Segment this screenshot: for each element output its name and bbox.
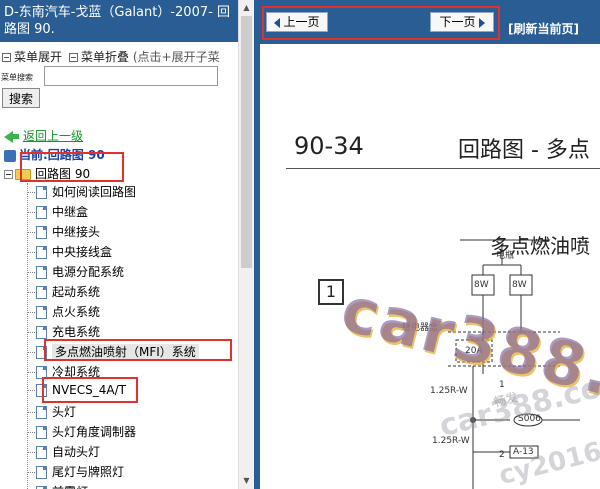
back-arrow-icon: [4, 130, 13, 143]
back-link-label: 返回上一级: [23, 129, 84, 143]
document-icon: [36, 446, 47, 459]
document-icon: [36, 246, 47, 259]
highlight-nav: [262, 6, 500, 40]
tree-item-label: 前雾灯: [52, 485, 88, 489]
page-nav-bar: 上一页 下一页 [刷新当前页]: [260, 0, 600, 44]
fuse-a-label: 8W: [474, 280, 489, 290]
document-icon: [36, 186, 47, 199]
tree-item-label: 电源分配系统: [52, 265, 125, 279]
tree-item[interactable]: 如何阅读回路图: [27, 183, 136, 203]
tree-item[interactable]: 点火系统: [27, 303, 100, 323]
search-label: 菜单搜索: [1, 73, 33, 82]
wiring-diagram-svg: [448, 239, 580, 489]
tree-item[interactable]: 中继接头: [27, 223, 100, 243]
document-icon: [36, 226, 47, 239]
menu-title-line2: 路图 90.: [4, 22, 55, 37]
document-icon: [36, 206, 47, 219]
tree-item[interactable]: 中央接线盒: [27, 243, 112, 263]
scroll-down-icon[interactable]: ▼: [239, 473, 254, 489]
current-location-icon: [4, 149, 16, 162]
back-link[interactable]: 返回上一级: [4, 127, 83, 144]
tree-item-label: 起动系统: [52, 285, 101, 299]
menu-expand-link[interactable]: 菜单展开: [14, 50, 62, 64]
collapse-node-icon[interactable]: [4, 170, 13, 179]
tree-item-label: 如何阅读回路图: [52, 185, 137, 199]
battery-label: 电瓶: [496, 251, 515, 261]
diagram-page-number: 90-34: [294, 132, 364, 160]
menu-hint: (点击+展开子菜: [132, 50, 220, 64]
tree-item-label: 头灯角度调制器: [52, 425, 137, 439]
tree-item-label: 头灯: [52, 405, 77, 419]
tree-item-label: 点火系统: [52, 305, 101, 319]
highlight-current: [20, 152, 124, 182]
wire-label-1: 1.25R-W: [430, 386, 468, 396]
menu-scrollbar[interactable]: ▲ ▼: [238, 0, 254, 489]
tree-item[interactable]: 电源分配系统: [27, 263, 124, 283]
menu-toggle-row: 菜单展开 菜单折叠 (点击+展开子菜: [2, 48, 220, 65]
fuse-b-label: 8W: [512, 280, 527, 290]
tree-item[interactable]: 尾灯与牌照灯: [27, 463, 124, 483]
document-icon: [36, 326, 47, 339]
document-icon: [36, 426, 47, 439]
expand-checkbox-icon[interactable]: [2, 53, 11, 62]
highlight-nvecs: [42, 377, 138, 403]
menu-title-line1: D-东南汽车-戈蓝（Galant）-2007- 回: [4, 5, 230, 20]
search-button[interactable]: 搜索: [2, 88, 40, 108]
document-icon: [36, 286, 47, 299]
document-icon: [36, 306, 47, 319]
section-number: 1: [318, 279, 344, 305]
header-divider: [286, 168, 600, 169]
tree-item[interactable]: 中继盒: [27, 203, 88, 223]
content-pane: 上一页 下一页 [刷新当前页] 90-34 回路图 - 多点 多点燃油喷 1 电…: [260, 0, 600, 489]
tree-item-label: 中继盒: [52, 205, 89, 219]
menu-collapse-link[interactable]: 菜单折叠: [81, 50, 129, 64]
document-icon: [36, 266, 47, 279]
diagram-title: 回路图 - 多点: [458, 138, 590, 163]
left-menu-pane: D-东南汽车-戈蓝（Galant）-2007- 回 路图 90. 菜单展开 菜单折…: [0, 0, 254, 489]
tree-item-label: 中央接线盒: [52, 245, 113, 259]
tree-item-label: 尾灯与牌照灯: [52, 465, 125, 479]
scroll-thumb[interactable]: [241, 16, 252, 268]
menu-title-bar: D-东南汽车-戈蓝（Galant）-2007- 回 路图 90.: [0, 0, 238, 42]
tree-item[interactable]: 头灯角度调制器: [27, 423, 136, 443]
tree-item-label: 自动头灯: [52, 445, 101, 459]
tree-item[interactable]: 自动头灯: [27, 443, 100, 463]
tree-item[interactable]: 前雾灯: [27, 483, 88, 489]
document-icon: [36, 466, 47, 479]
search-input[interactable]: [44, 66, 218, 86]
refresh-page-link[interactable]: [刷新当前页]: [508, 20, 579, 37]
tree-item-label: 中继接头: [52, 225, 101, 239]
highlight-mfi: [44, 339, 232, 361]
terminal-2-label: 2: [499, 450, 505, 460]
tree-item[interactable]: 起动系统: [27, 283, 100, 303]
wiring-diagram-page: 90-34 回路图 - 多点 多点燃油喷 1 电瓶 8W 8W 继电器盒 20A…: [260, 44, 600, 489]
scroll-up-icon[interactable]: ▲: [239, 0, 254, 16]
document-icon: [36, 406, 47, 419]
collapse-checkbox-icon[interactable]: [69, 53, 79, 62]
tree-item[interactable]: 头灯: [27, 403, 76, 423]
tree-item-label: 充电系统: [52, 325, 101, 339]
